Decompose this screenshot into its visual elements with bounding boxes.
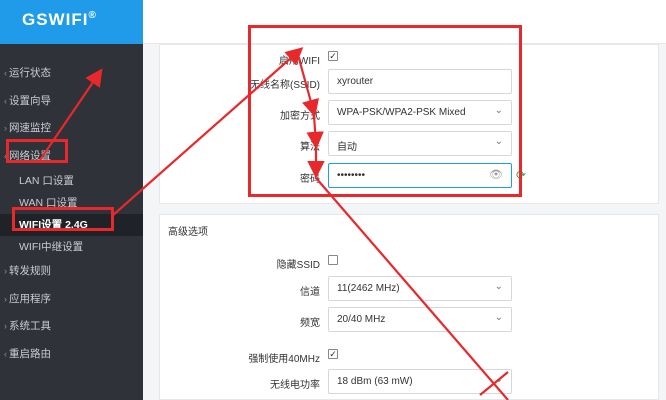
arrow-line — [296, 54, 319, 118]
arrow-line — [315, 177, 509, 400]
arrow-line — [479, 371, 509, 396]
arrow-line — [111, 47, 304, 217]
annotation-arrows — [39, 47, 509, 400]
arrow-line — [39, 68, 103, 161]
arrow-line — [306, 114, 324, 150]
